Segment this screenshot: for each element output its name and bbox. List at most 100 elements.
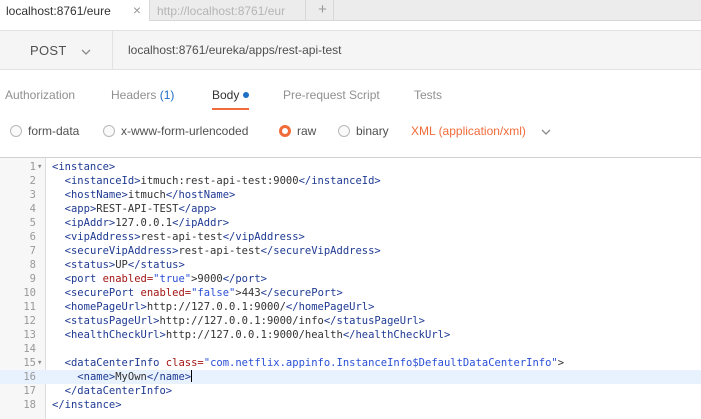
code-token-t2: </vipAddress> xyxy=(222,231,305,243)
code-line[interactable]: 16 <name>MyOwn</name> xyxy=(0,370,701,384)
browser-tab-active[interactable]: localhost:8761/eure × xyxy=(0,0,150,21)
radio-form-data[interactable] xyxy=(10,125,22,137)
code-token-t1: <vipAddress> xyxy=(64,231,141,243)
tab-authorization[interactable]: Authorization xyxy=(5,80,75,110)
code-line[interactable]: 12 <statusPageUrl>http://127.0.0.1:9000/… xyxy=(0,314,701,328)
code-line[interactable]: 7 <secureVipAddress>rest-api-test</secur… xyxy=(0,244,701,258)
radio-binary[interactable] xyxy=(338,125,350,137)
code-token-v1: "true" xyxy=(153,273,192,285)
code-text: <port enabled="true">9000</port> xyxy=(52,272,267,286)
code-line[interactable]: 14 xyxy=(0,342,701,356)
code-token-t1: <dataCenterInfo xyxy=(64,357,160,369)
code-token-t1: <hostName> xyxy=(64,189,128,201)
code-line[interactable]: 13 <healthCheckUrl>http://127.0.0.1:9000… xyxy=(0,328,701,342)
code-token-t2: </port> xyxy=(222,273,267,285)
headers-count-badge: (1) xyxy=(159,88,175,102)
code-line[interactable]: 2 <instanceId>itmuch:rest-api-test:9000<… xyxy=(0,174,701,188)
code-token-indent xyxy=(52,189,65,201)
code-text: <dataCenterInfo class="com.netflix.appin… xyxy=(52,356,564,370)
code-token-t1: <status> xyxy=(64,259,116,271)
tab-prerequest-script[interactable]: Pre-request Script xyxy=(283,80,380,110)
label-raw: raw xyxy=(297,124,317,138)
tab-headers[interactable]: Headers (1) xyxy=(111,80,174,110)
code-token-tx: rest-api-test xyxy=(178,245,261,257)
code-token-a1: enabled= xyxy=(96,273,154,285)
code-token-a1: class= xyxy=(159,357,204,369)
browser-tab-label: http://localhost:8761/eure xyxy=(157,3,285,18)
code-line[interactable]: 17 </dataCenterInfo> xyxy=(0,384,701,398)
code-token-tx: itmuch:rest-api-test:9000 xyxy=(140,175,299,187)
content-type-select[interactable]: XML (application/xml) xyxy=(411,124,551,138)
fold-toggle-icon[interactable]: ▾ xyxy=(37,160,42,174)
line-number: 7 xyxy=(29,245,36,257)
tab-body[interactable]: Body xyxy=(212,80,250,110)
code-token-indent xyxy=(52,175,65,187)
line-number: 2 xyxy=(29,175,36,187)
method-select[interactable]: POST xyxy=(0,31,113,69)
code-text: <status>UP</status> xyxy=(52,258,185,272)
line-number: 10 xyxy=(23,287,36,299)
code-token-t2: </statusPageUrl> xyxy=(323,315,426,327)
code-line[interactable]: 5 <ipAddr>127.0.0.1</ipAddr> xyxy=(0,216,701,230)
code-token-indent xyxy=(52,287,65,299)
code-token-indent xyxy=(52,245,65,257)
browser-tab-inactive[interactable]: http://localhost:8761/eure xyxy=(151,0,306,21)
code-token-t1: <port xyxy=(64,273,97,285)
line-number: 9 xyxy=(29,273,36,285)
text-cursor xyxy=(191,370,193,382)
code-token-tx: http://127.0.0.1:9000/info xyxy=(159,315,324,327)
request-url-bar: POST localhost:8761/eureka/apps/rest-api… xyxy=(0,30,701,70)
code-text: <app>REST-API-TEST</app> xyxy=(52,202,217,216)
code-line[interactable]: 6 <vipAddress>rest-api-test</vipAddress> xyxy=(0,230,701,244)
code-line[interactable]: 4 <app>REST-API-TEST</app> xyxy=(0,202,701,216)
line-number: 17 xyxy=(23,385,36,397)
code-text: <ipAddr>127.0.0.1</ipAddr> xyxy=(52,216,229,230)
code-text: <name>MyOwn</name> xyxy=(52,370,193,384)
code-token-indent xyxy=(52,217,65,229)
code-line[interactable]: 9 <port enabled="true">9000</port> xyxy=(0,272,701,286)
radio-urlencoded[interactable] xyxy=(103,125,115,137)
code-text: <healthCheckUrl>http://127.0.0.1:9000/he… xyxy=(52,328,451,342)
code-editor[interactable]: 1 ▾ <instance> 2 <instanceId>itmuch:rest-ap… xyxy=(0,157,701,419)
code-line[interactable]: 1 ▾ <instance> xyxy=(0,160,701,174)
code-token-indent xyxy=(52,259,65,271)
code-token-tx: http://127.0.0.1:9000/ xyxy=(146,301,286,313)
code-token-t2: </secureVipAddress> xyxy=(260,245,381,257)
code-token-v1: "false" xyxy=(191,287,236,299)
close-icon[interactable]: × xyxy=(133,2,141,18)
body-indicator-dot xyxy=(243,92,250,98)
code-token-t1: <name> xyxy=(77,371,116,383)
content-type-label: XML (application/xml) xyxy=(411,124,526,138)
chevron-down-icon xyxy=(541,124,551,138)
code-token-indent xyxy=(52,273,65,285)
fold-toggle-icon[interactable]: ▾ xyxy=(37,356,42,370)
tab-tests[interactable]: Tests xyxy=(414,80,442,110)
body-type-row: form-data x-www-form-urlencoded raw bina… xyxy=(0,117,701,147)
line-number: 13 xyxy=(23,329,36,341)
code-text: <securePort enabled="false">443</secureP… xyxy=(52,286,343,300)
code-token-v1: "com.netflix.appinfo.InstanceInfo$Defaul… xyxy=(203,357,558,369)
code-line[interactable]: 8 <status>UP</status> xyxy=(0,258,701,272)
url-input[interactable]: localhost:8761/eureka/apps/rest-api-test xyxy=(128,31,341,69)
tab-body-label: Body xyxy=(212,88,240,102)
code-token-indent xyxy=(52,315,65,327)
method-label: POST xyxy=(30,42,67,58)
code-line[interactable]: 10 <securePort enabled="false">443</secu… xyxy=(0,286,701,300)
code-token-indent xyxy=(52,301,65,313)
code-token-tx: UP xyxy=(115,259,128,271)
radio-raw[interactable] xyxy=(279,125,291,137)
code-line[interactable]: 15 ▾ <dataCenterInfo class="com.netflix.a… xyxy=(0,356,701,370)
line-number: 8 xyxy=(29,259,36,271)
add-tab-icon[interactable]: + xyxy=(312,0,334,21)
code-text: <instance> xyxy=(52,160,115,174)
code-line[interactable]: 18 </instance> xyxy=(0,398,701,412)
code-line[interactable]: 3 <hostName>itmuch</hostName> xyxy=(0,188,701,202)
code-token-tx: http://127.0.0.1:9000/health xyxy=(165,329,343,341)
code-token-tx: MyOwn xyxy=(115,371,147,383)
code-text: <instanceId>itmuch:rest-api-test:9000</i… xyxy=(52,174,381,188)
code-token-t1: <securePort xyxy=(64,287,135,299)
code-token-t1: <instanceId> xyxy=(64,175,141,187)
code-line[interactable]: 11 <homePageUrl>http://127.0.0.1:9000/</… xyxy=(0,300,701,314)
code-token-indent xyxy=(52,371,77,383)
browser-tab-strip: localhost:8761/eure × http://localhost:8… xyxy=(0,0,701,21)
